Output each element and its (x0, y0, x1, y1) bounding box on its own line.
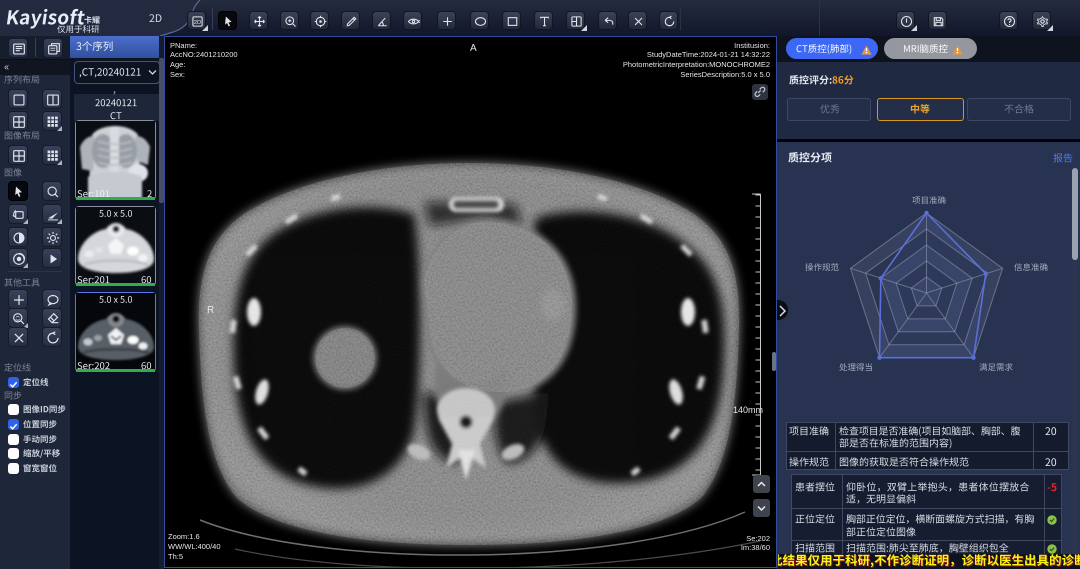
svg-text:2D: 2D (193, 20, 200, 26)
